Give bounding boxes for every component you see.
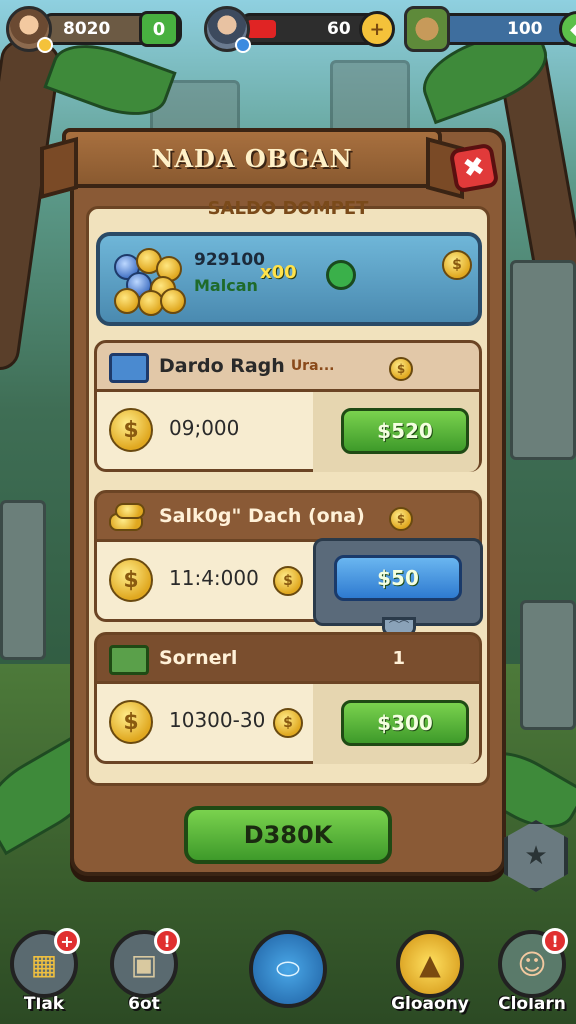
star-icon: ★	[524, 841, 548, 871]
close-x-icon: ✖	[460, 151, 488, 185]
add-currency-button[interactable]: 0	[139, 11, 179, 47]
wallet-amount: 929100	[194, 250, 265, 270]
health-value: 60	[327, 19, 351, 39]
coin-icon: $	[109, 408, 153, 452]
nav-item-tlak[interactable]: ▦ + Tlak	[4, 928, 84, 1020]
currency-value: 8020	[63, 19, 111, 39]
close-button[interactable]: ✖	[448, 142, 500, 194]
nav-item-gloaony[interactable]: ▲ Gloaony	[390, 930, 470, 1020]
panel-title: NADA OBGAN	[62, 128, 442, 188]
package-header: Sornerl 1	[94, 632, 482, 684]
horn-icon: ▲	[396, 930, 464, 998]
gem-value: 100	[507, 19, 543, 39]
buy-button[interactable]: $300	[341, 700, 469, 746]
player-avatar[interactable]	[204, 6, 251, 53]
package-header: Dardo Ragh Ura... $	[94, 340, 482, 392]
coin-icon: $	[442, 250, 472, 280]
gem-button-icon[interactable]: ◆	[559, 11, 576, 47]
notification-badge: !	[154, 928, 180, 954]
player-avatar[interactable]	[6, 6, 53, 53]
package-cost: 11:4:000	[169, 566, 259, 590]
confirm-button[interactable]: D380K	[184, 806, 392, 864]
buy-slot-selected: $50 ⌒⌒	[313, 538, 483, 639]
coin-icon: $	[109, 700, 153, 744]
coin-icon: $	[109, 558, 153, 602]
buy-slot: $520	[313, 392, 479, 472]
package-cost: 10300-30	[169, 708, 266, 732]
package-row: Sornerl 1 $ 10300-30 $ $300	[94, 632, 482, 764]
coin-icon: $	[273, 566, 303, 596]
book-icon: ▦ +	[10, 928, 80, 998]
hud-player-2: 60 +	[204, 6, 395, 53]
buy-button[interactable]: $520	[341, 408, 469, 454]
stone-archway	[510, 260, 576, 460]
package-title: Salk0g" Dach (ona)	[159, 505, 365, 527]
treasure-cart-icon[interactable]	[404, 6, 450, 52]
package-title: Sornerl	[159, 647, 238, 669]
package-body: $ 09;000 $520	[94, 392, 482, 472]
package-tag: Ura...	[290, 358, 335, 374]
gold-plus-button[interactable]: +	[359, 11, 395, 47]
star-badge-icon	[37, 37, 53, 53]
package-tag: 1	[392, 647, 405, 669]
cash-stack-icon	[109, 645, 149, 675]
package-row: Salk0g" Dach (ona) $ $ 11:4:000 $ $50 ⌒⌒	[94, 490, 483, 639]
character-portrait-icon: ☺!	[498, 928, 568, 998]
green-gem-icon	[326, 260, 356, 290]
buy-button[interactable]: $50	[334, 555, 462, 601]
health-bar: 60 +	[240, 11, 395, 47]
wallet-card: 929100 Malcan x00 $	[96, 232, 482, 326]
currency-bar: 8020 0	[42, 11, 182, 47]
coin-icon: $	[389, 357, 413, 381]
home-portal-icon: ⬭	[249, 930, 327, 1008]
health-bar-fill	[247, 20, 276, 38]
stone-block	[520, 600, 576, 730]
hud-player-3: 100 ◆	[404, 6, 576, 52]
notification-badge: !	[542, 928, 568, 954]
nav-item-home[interactable]: ⬭	[248, 930, 328, 1020]
nav-item-6ot[interactable]: ▣! 6ot	[104, 928, 184, 1020]
coin-icon: $	[389, 507, 413, 531]
package-body: $ 10300-30 $ $300	[94, 684, 482, 764]
hud-player-1: 8020 0	[6, 6, 182, 53]
info-badge-icon	[235, 37, 251, 53]
package-row: Dardo Ragh Ura... $ $ 09;000 $520	[94, 340, 482, 472]
wallet-subtitle: SALDO DOMPET	[207, 198, 369, 219]
coin-pile-icon	[112, 248, 186, 316]
notification-badge: +	[54, 928, 80, 954]
coin-icon: $	[273, 708, 303, 738]
package-cost: 09;000	[169, 416, 240, 440]
wallet-label: Malcan	[194, 276, 258, 295]
wallet-bonus: x00	[260, 262, 297, 283]
nav-item-clolarn[interactable]: ☺! Clolarn	[492, 928, 572, 1020]
gem-bar: 100 ◆	[440, 11, 576, 47]
package-header: Salk0g" Dach (ona) $	[94, 490, 482, 542]
chest-icon: ▣!	[110, 928, 180, 998]
buy-slot: $300	[313, 684, 479, 764]
package-body: $ 11:4:000 $ $50 ⌒⌒	[94, 538, 483, 639]
stone-pillar	[0, 500, 46, 660]
package-title: Dardo Ragh	[159, 355, 285, 377]
gold-bar-icon	[109, 503, 149, 533]
cash-bundle-icon	[109, 353, 149, 383]
